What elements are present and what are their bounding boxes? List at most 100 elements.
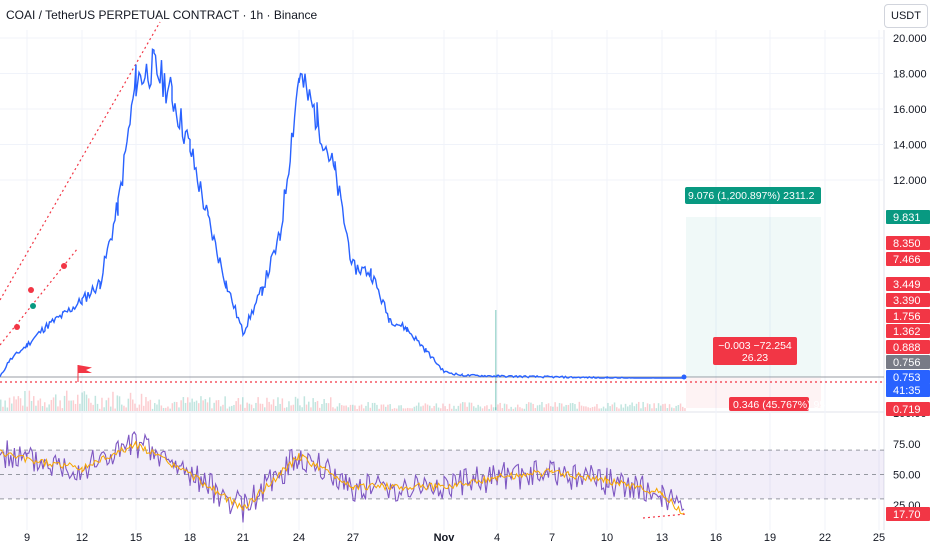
volume-bar	[554, 402, 556, 411]
volume-bar	[224, 396, 226, 411]
volume-bar	[534, 408, 537, 411]
volume-bar	[103, 407, 105, 411]
volume-bar	[264, 407, 266, 411]
volume-bar	[253, 408, 255, 411]
rsi-divergence-line[interactable]	[642, 513, 687, 519]
volume-bar	[156, 404, 158, 411]
volume-bar	[204, 399, 207, 411]
chart-canvas[interactable]: 20.000 18.000 16.000 14.000 12.000 9 12 15 18 21 2…	[0, 0, 932, 550]
volume-bar	[233, 404, 235, 411]
price-tag-text: 1.756	[893, 311, 921, 323]
volume-bar	[420, 406, 422, 411]
volume-bar	[675, 405, 677, 411]
volume-bar	[167, 406, 169, 411]
volume-bar	[543, 407, 545, 411]
volume-bar	[530, 402, 532, 411]
flag-icon[interactable]	[78, 365, 92, 373]
volume-bar	[429, 405, 431, 411]
volume-bar	[631, 402, 633, 411]
volume-bar	[532, 403, 534, 411]
volume-bar	[171, 403, 174, 411]
signal-marker[interactable]	[30, 303, 36, 309]
price-tag-text: 0.719	[893, 404, 921, 416]
volume-bar	[261, 403, 264, 411]
y-tick-label: 18.000	[893, 69, 927, 81]
chart-container[interactable]: COAI / TetherUS PERPETUAL CONTRACT · 1h …	[0, 0, 932, 550]
volume-bar	[684, 408, 686, 411]
volume-bar	[226, 408, 229, 411]
volume-bar	[409, 408, 411, 411]
x-tick-label: 18	[184, 532, 196, 544]
volume-bar	[228, 406, 231, 411]
signal-marker[interactable]	[14, 324, 20, 330]
volume-bar	[55, 394, 57, 411]
volume-bar	[358, 405, 361, 411]
volume-bar	[277, 397, 279, 411]
position-middle-text: −0.003 −72.254	[718, 340, 792, 352]
volume-bar	[455, 408, 457, 411]
volume-bar	[173, 401, 176, 411]
volume-bar	[508, 408, 510, 411]
volume-bar	[677, 405, 680, 411]
volume-bar	[587, 407, 589, 411]
volume-bar	[547, 403, 550, 411]
volume-bar	[248, 403, 251, 411]
volume-bar	[85, 394, 88, 411]
volume-bar	[407, 407, 409, 411]
volume-bar	[574, 404, 576, 411]
volume-bar	[367, 402, 369, 411]
volume-bar	[655, 408, 658, 411]
volume-bar	[217, 400, 220, 411]
volume-bar	[39, 398, 42, 411]
volume-bar	[673, 408, 675, 411]
volume-bar	[246, 402, 248, 411]
volume-bar	[17, 396, 20, 411]
volume-bar	[294, 396, 297, 411]
volume-bar	[286, 407, 288, 411]
volume-bar	[237, 398, 240, 411]
volume-bar	[72, 400, 75, 411]
volume-bar	[523, 408, 526, 411]
volume-bar	[59, 400, 61, 411]
x-tick-label: 12	[76, 532, 88, 544]
volume-bar	[556, 406, 559, 411]
volume-bar	[74, 403, 77, 411]
volume-bar	[222, 404, 224, 411]
volume-bar	[484, 406, 486, 411]
volume-bar	[107, 397, 110, 411]
volume-bar	[376, 404, 378, 411]
last-price-point[interactable]	[681, 374, 687, 380]
volume-bar	[184, 402, 187, 411]
volume-bar	[136, 407, 138, 411]
volume-bar	[356, 408, 358, 411]
volume-bar	[178, 407, 180, 411]
volume-bar	[589, 407, 592, 411]
volume-bar	[622, 407, 625, 411]
trendline[interactable]	[0, 247, 79, 346]
x-tick-label: 22	[819, 532, 831, 544]
signal-marker[interactable]	[28, 287, 34, 293]
volume-bar	[198, 403, 200, 411]
volume-bar	[279, 403, 281, 411]
volume-bar	[660, 405, 662, 411]
volume-bar	[160, 405, 163, 411]
volume-bar	[321, 404, 323, 411]
signal-marker[interactable]	[61, 263, 67, 269]
volume-bar	[490, 404, 493, 411]
volume-bar	[96, 403, 99, 411]
volume-bar	[209, 397, 211, 411]
volume-bar	[235, 401, 237, 411]
x-tick-label: 7	[549, 532, 555, 544]
price-line-series[interactable]	[0, 48, 684, 380]
volume-bar	[591, 407, 594, 411]
volume-bar	[134, 403, 136, 411]
volume-bar	[239, 404, 242, 411]
volume-bar	[24, 390, 26, 411]
volume-bar	[453, 405, 455, 411]
volume-bar	[464, 402, 466, 411]
volume-bar	[345, 405, 347, 411]
volume-bar	[627, 406, 629, 411]
volume-bar	[594, 406, 596, 411]
volume-bar	[330, 397, 332, 411]
volume-bar	[442, 403, 444, 411]
